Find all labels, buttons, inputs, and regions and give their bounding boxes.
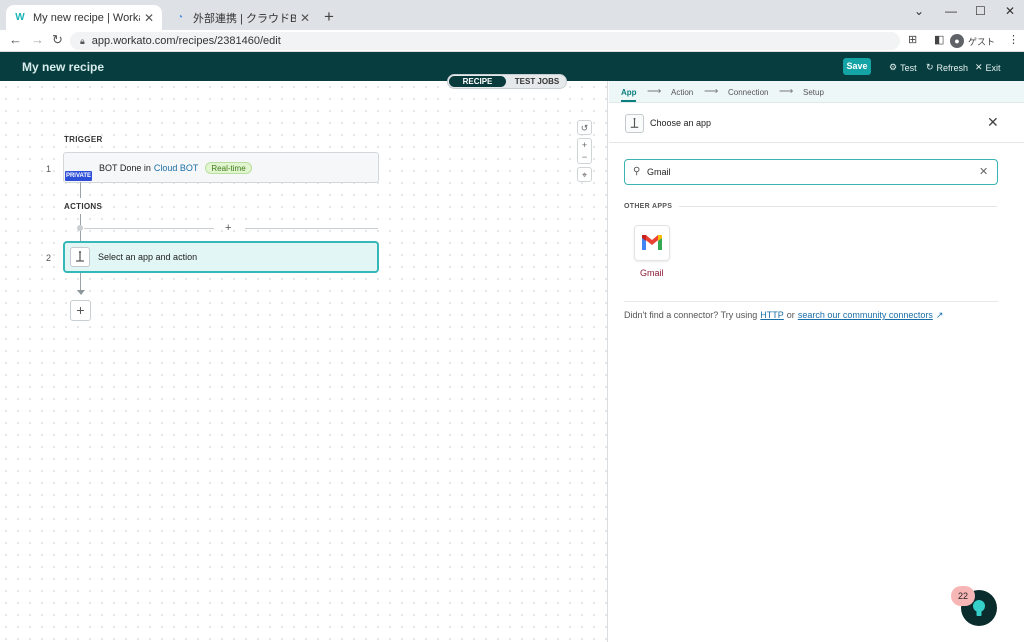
- connector-line: [80, 182, 81, 198]
- step-action[interactable]: Action: [671, 88, 693, 97]
- new-tab-button[interactable]: +: [324, 7, 334, 27]
- clear-search-icon[interactable]: ✕: [979, 165, 988, 178]
- profile-button[interactable]: ● ゲスト: [950, 32, 995, 50]
- arrow-right-icon: ⟶: [779, 86, 794, 97]
- divider: [679, 206, 997, 207]
- step-app[interactable]: App: [621, 88, 637, 97]
- actions-label: ACTIONS: [64, 202, 103, 211]
- divider: [245, 228, 378, 229]
- url-text: app.workato.com/recipes/2381460/edit: [91, 35, 281, 47]
- connector-line: [80, 273, 81, 291]
- not-found-label: Didn't find a connector? Try using: [624, 310, 758, 320]
- close-icon: ✕: [975, 62, 983, 72]
- gmail-icon: [642, 235, 662, 250]
- trigger-app-link[interactable]: Cloud BOT: [154, 163, 199, 173]
- community-connectors-link[interactable]: search our community connectors: [798, 310, 933, 321]
- fit-view-icon[interactable]: ⌖: [577, 167, 592, 182]
- exit-label: Exit: [985, 62, 1001, 73]
- step-connection[interactable]: Connection: [728, 88, 768, 97]
- close-window-icon[interactable]: ✕: [1005, 4, 1015, 18]
- close-tab-icon[interactable]: ✕: [144, 11, 154, 25]
- app-picker-panel: App ⟶ Action ⟶ Connection ⟶ Setup Choose…: [609, 81, 1024, 642]
- tab-test-jobs[interactable]: TEST JOBS: [508, 76, 566, 87]
- app-placeholder-icon: [625, 114, 644, 133]
- arrow-right-icon: ⟶: [647, 86, 662, 97]
- reset-view-icon[interactable]: ↺: [577, 120, 592, 135]
- app-search-input[interactable]: ⚲ Gmail ✕: [624, 159, 998, 185]
- gear-icon: ⚙: [889, 62, 898, 72]
- chevron-down-icon[interactable]: ⌄: [914, 4, 924, 18]
- trigger-label: TRIGGER: [64, 135, 103, 144]
- divider: [84, 228, 214, 229]
- more-menu-icon[interactable]: ⋮: [1008, 33, 1019, 46]
- close-tab-icon[interactable]: ✕: [300, 11, 310, 25]
- choose-app-header: Choose an app ✕: [609, 103, 1024, 143]
- browser-tab-cloudbot[interactable]: ◔ 外部連携 | クラウドBOT ✕: [166, 5, 318, 30]
- trigger-event-text: BOT Done in: [99, 163, 151, 173]
- avatar-icon: ●: [950, 34, 964, 48]
- tab-recipe[interactable]: RECIPE: [449, 76, 506, 87]
- recipe-title[interactable]: My new recipe: [22, 60, 104, 74]
- address-bar-row: ← → ↻ 🔒︎ app.workato.com/recipes/2381460…: [0, 30, 1024, 52]
- minimize-icon[interactable]: —: [945, 4, 957, 18]
- insert-step-button[interactable]: +: [225, 222, 231, 234]
- active-step-underline: [621, 100, 636, 102]
- tab-title: 外部連携 | クラウドBOT: [193, 12, 296, 25]
- notification-badge: 22: [951, 586, 975, 606]
- private-badge: PRIVATE: [65, 171, 92, 181]
- action-step-text: Select an app and action: [98, 252, 198, 262]
- trigger-step-card[interactable]: BOT Done in Cloud BOT Real-time: [63, 152, 379, 183]
- exit-button[interactable]: ✕ Exit: [975, 62, 1001, 73]
- lock-icon: 🔒︎: [80, 35, 85, 46]
- forward-arrow-icon[interactable]: →: [31, 32, 44, 47]
- step-number: 2: [46, 253, 52, 263]
- save-button[interactable]: Save: [843, 58, 871, 75]
- workato-logo-icon: W: [15, 12, 25, 23]
- connector-not-found-text: Didn't find a connector? Try using HTTP …: [624, 310, 943, 321]
- insert-point[interactable]: [77, 225, 83, 231]
- or-label: or: [786, 310, 795, 320]
- tab-title: My new recipe | Workato: [33, 11, 140, 24]
- wizard-steps: App ⟶ Action ⟶ Connection ⟶ Setup: [609, 81, 1024, 103]
- choose-app-title: Choose an app: [650, 118, 712, 128]
- realtime-badge: Real-time: [205, 162, 252, 174]
- search-value: Gmail: [647, 167, 671, 177]
- test-label: Test: [900, 62, 917, 73]
- profile-label: ゲスト: [968, 36, 996, 47]
- cloudbot-favicon-icon: ◔: [176, 12, 184, 23]
- step-number: 1: [46, 164, 52, 174]
- divider: [624, 301, 998, 302]
- http-link[interactable]: HTTP: [760, 310, 784, 321]
- url-field[interactable]: 🔒︎ app.workato.com/recipes/2381460/edit: [70, 32, 900, 50]
- arrow-down-icon: [77, 290, 85, 295]
- other-apps-label: OTHER APPS: [624, 203, 673, 210]
- search-icon: ⚲: [633, 166, 641, 177]
- reload-icon[interactable]: ↻: [52, 32, 63, 48]
- refresh-icon: ↻: [926, 62, 934, 72]
- external-link-icon: ↗: [935, 310, 944, 320]
- recipe-testjobs-toggle[interactable]: RECIPE TEST JOBS: [447, 74, 567, 89]
- zoom-controls[interactable]: + −: [577, 138, 592, 164]
- refresh-label: Refresh: [936, 62, 969, 73]
- step-setup[interactable]: Setup: [803, 88, 824, 97]
- refresh-button[interactable]: ↻ Refresh: [926, 62, 968, 73]
- browser-tab-workato[interactable]: W My new recipe | Workato ✕: [6, 5, 162, 30]
- close-icon[interactable]: ✕: [987, 114, 999, 131]
- test-button[interactable]: ⚙ Test: [889, 62, 917, 73]
- arrow-right-icon: ⟶: [704, 86, 719, 97]
- gmail-app-tile[interactable]: [634, 225, 670, 261]
- browser-tab-bar: W My new recipe | Workato ✕ ◔ 外部連携 | クラウ…: [0, 0, 1024, 30]
- back-arrow-icon[interactable]: ←: [9, 32, 22, 47]
- maximize-icon[interactable]: ☐: [975, 4, 986, 18]
- translate-icon[interactable]: ⊞: [908, 33, 917, 46]
- action-step-card[interactable]: Select an app and action: [63, 241, 379, 273]
- add-step-button[interactable]: +: [70, 300, 91, 321]
- gmail-app-label[interactable]: Gmail: [640, 268, 664, 278]
- side-panel-icon[interactable]: ◧: [934, 33, 944, 46]
- action-placeholder-icon: [70, 247, 90, 267]
- trigger-step-text: BOT Done in Cloud BOT Real-time: [99, 162, 252, 174]
